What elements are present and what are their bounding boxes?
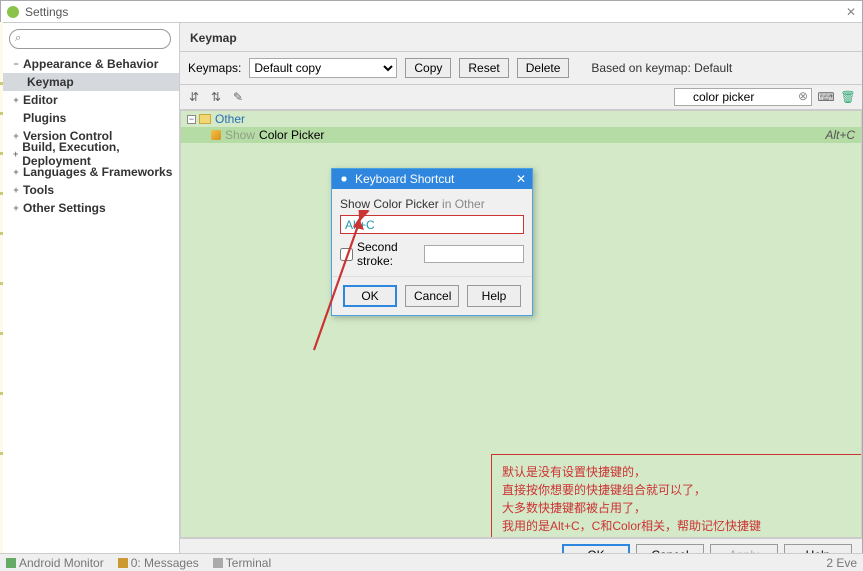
dialog-help-button[interactable]: Help (467, 285, 521, 307)
dialog-cancel-button[interactable]: Cancel (405, 285, 459, 307)
settings-tree[interactable]: −Appearance & BehaviorKeymap+Editor Plug… (1, 55, 179, 570)
close-icon[interactable]: ✕ (846, 5, 856, 19)
based-on-label: Based on keymap: Default (591, 61, 732, 75)
sidebar: ⌕ −Appearance & BehaviorKeymap+Editor Pl… (1, 23, 180, 570)
gutter (0, 22, 3, 553)
action-toolbar: ⇵ ⇅ ✎ ⌕ ⊗ ⌨ 🗑 (180, 84, 862, 110)
keymap-toolbar: Keymaps: Default copy Copy Reset Delete … (180, 52, 862, 84)
sidebar-item-label: Plugins (23, 111, 66, 125)
dialog-ok-button[interactable]: OK (343, 285, 397, 307)
sidebar-item-label: Keymap (27, 75, 74, 89)
expand-icon[interactable]: − (11, 59, 21, 69)
sidebar-item-languages-frameworks[interactable]: +Languages & Frameworks (1, 163, 179, 181)
action-filter-input[interactable] (674, 88, 812, 106)
expand-icon[interactable]: + (11, 95, 21, 105)
tree-group-other[interactable]: − Other (181, 111, 861, 127)
annotation-box: 默认是没有设置快捷键的， 直接按你想要的快捷键组合就可以了， 大多数快捷键都被占… (491, 454, 862, 538)
sidebar-item-tools[interactable]: +Tools (1, 181, 179, 199)
sidebar-item-label: Build, Execution, Deployment (22, 140, 179, 168)
action-shortcut: Alt+C (825, 128, 855, 142)
status-messages[interactable]: 0: Messages (118, 556, 199, 570)
keymaps-select[interactable]: Default copy (249, 58, 397, 78)
status-android-monitor[interactable]: Android Monitor (6, 556, 104, 570)
app-icon (7, 6, 19, 18)
folder-icon (199, 114, 211, 124)
dialog-titlebar[interactable]: Keyboard Shortcut ✕ (332, 169, 532, 189)
sidebar-item-build-execution-deployment[interactable]: +Build, Execution, Deployment (1, 145, 179, 163)
keyboard-shortcut-dialog: Keyboard Shortcut ✕ Show Color Picker in… (331, 168, 533, 316)
find-by-shortcut-icon[interactable]: ⌨ (818, 89, 834, 105)
expand-all-icon[interactable]: ⇵ (186, 89, 202, 105)
sidebar-item-label: Tools (23, 183, 54, 197)
sidebar-item-label: Appearance & Behavior (23, 57, 158, 71)
status-events[interactable]: 2 Eve (826, 556, 857, 570)
tree-group-label: Other (215, 112, 245, 126)
keymaps-label: Keymaps: (188, 61, 241, 75)
statusbar: Android Monitor 0: Messages Terminal 2 E… (0, 553, 863, 571)
page-title: Keymap (180, 23, 862, 52)
sidebar-item-editor[interactable]: +Editor (1, 91, 179, 109)
expand-icon[interactable]: + (11, 185, 21, 195)
sidebar-item-label: Other Settings (23, 201, 106, 215)
expand-icon[interactable]: + (11, 203, 21, 213)
second-stroke-label: Second stroke: (357, 240, 420, 268)
trash-icon[interactable]: 🗑 (840, 89, 856, 105)
window-title: Settings (25, 5, 846, 19)
expand-icon[interactable]: + (11, 131, 21, 141)
second-stroke-input[interactable] (424, 245, 524, 263)
sidebar-item-appearance-behavior[interactable]: −Appearance & Behavior (1, 55, 179, 73)
search-icon: ⌕ (15, 32, 21, 45)
action-label: Color Picker (259, 128, 324, 142)
sidebar-item-plugins[interactable]: Plugins (1, 109, 179, 127)
dialog-icon (338, 173, 350, 185)
second-stroke-checkbox[interactable] (340, 248, 353, 261)
settings-search-input[interactable] (9, 29, 171, 49)
expand-icon[interactable]: + (11, 167, 21, 177)
collapse-icon[interactable]: − (187, 115, 196, 124)
status-terminal[interactable]: Terminal (213, 556, 271, 570)
dialog-close-icon[interactable]: ✕ (516, 172, 526, 186)
dialog-title: Keyboard Shortcut (355, 172, 454, 186)
sidebar-item-label: Languages & Frameworks (23, 165, 172, 179)
first-stroke-input[interactable] (340, 215, 524, 234)
collapse-all-icon[interactable]: ⇅ (208, 89, 224, 105)
sidebar-item-label: Editor (23, 93, 58, 107)
sidebar-item-keymap[interactable]: Keymap (1, 73, 179, 91)
reset-button[interactable]: Reset (459, 58, 508, 78)
edit-icon[interactable]: ✎ (230, 89, 246, 105)
copy-button[interactable]: Copy (405, 58, 451, 78)
titlebar: Settings ✕ (1, 1, 862, 23)
tree-action-color-picker[interactable]: Show Color Picker Alt+C (181, 127, 861, 143)
color-picker-icon (211, 130, 221, 140)
action-prefix: Show (225, 128, 255, 142)
sidebar-item-other-settings[interactable]: +Other Settings (1, 199, 179, 217)
delete-button[interactable]: Delete (517, 58, 570, 78)
clear-filter-icon[interactable]: ⊗ (798, 89, 808, 103)
dialog-description: Show Color Picker in Other (340, 197, 524, 211)
expand-icon[interactable]: + (11, 149, 20, 159)
